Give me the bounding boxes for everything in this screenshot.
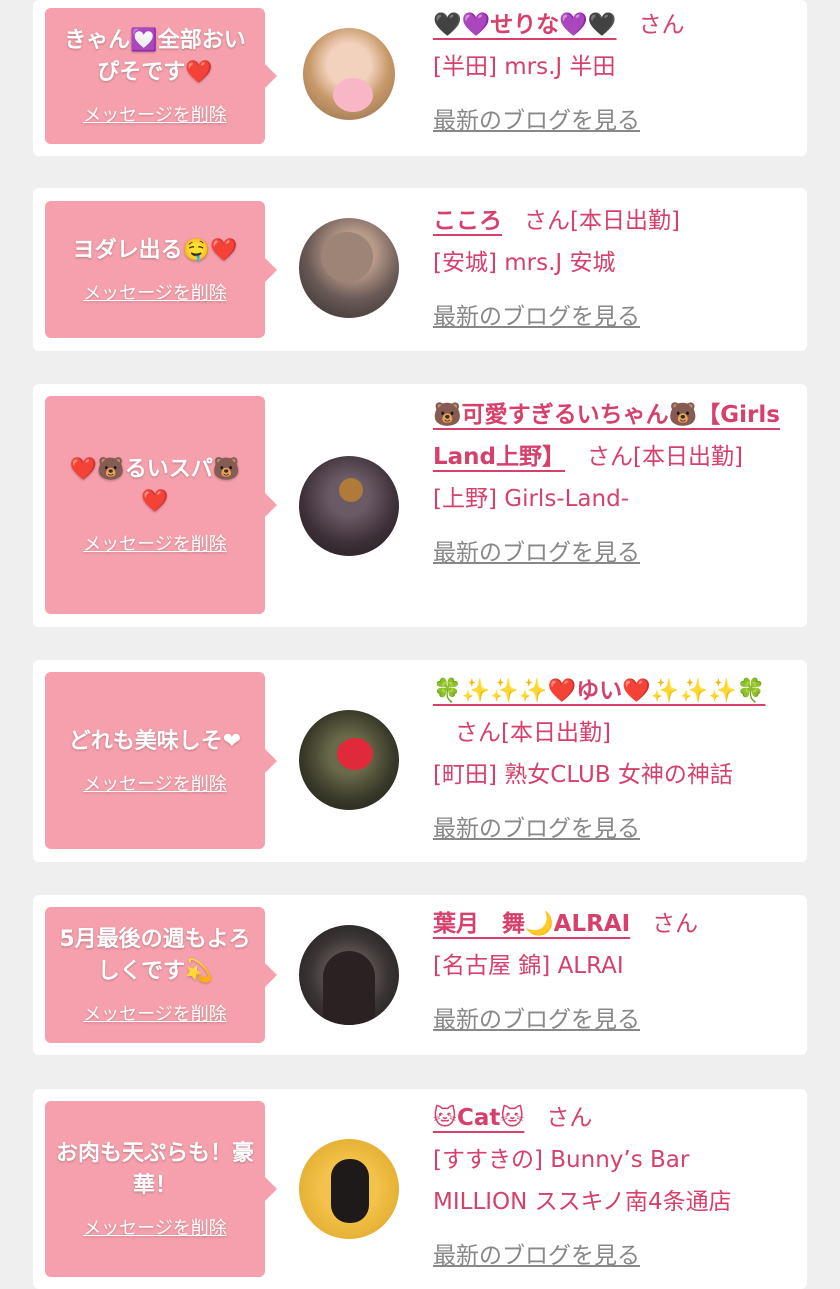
message-bubble: ヨダレ出る🤤❤️ メッセージを削除: [45, 201, 277, 338]
name-suffix: さん[本日出勤]: [587, 444, 743, 470]
message-text: どれも美味しそ❤: [68, 728, 242, 754]
entry-info: 🍀✨✨✨❤️ゆい❤️✨✨✨🍀 さん[本日出勤] [町田] 熟女CLUB 女神の神話…: [433, 670, 789, 850]
cast-name-link[interactable]: 🍀✨✨✨❤️ゆい❤️✨✨✨🍀: [433, 678, 765, 704]
message-bubble: どれも美味しそ❤ メッセージを削除: [45, 672, 277, 849]
delete-message-link[interactable]: メッセージを削除: [83, 1214, 227, 1240]
message-card: きゃん💟全部おいぴそです❤️ メッセージを削除 🖤💜せりな💜🖤 さん [半田] m…: [33, 0, 807, 156]
bear-sticker-icon: [339, 478, 363, 502]
latest-blog-link[interactable]: 最新のブログを見る: [433, 296, 640, 338]
delete-message-link[interactable]: メッセージを削除: [83, 279, 227, 305]
cast-name-link[interactable]: 葉月 舞🌙ALRAI: [433, 911, 630, 937]
message-text: 5月最後の週もよろしくです💫: [59, 927, 251, 984]
entry-info: 葉月 舞🌙ALRAI さん [名古屋 錦] ALRAI 最新のブログを見る: [433, 903, 789, 1041]
name-suffix: さん[本日出勤]: [524, 208, 680, 234]
delete-message-link[interactable]: メッセージを削除: [83, 1000, 227, 1026]
entry-info: こころ さん[本日出勤] [安城] mrs.J 安城 最新のブログを見る: [433, 200, 789, 338]
message-text: ❤️🐻るいスパ🐻❤️: [69, 457, 241, 514]
latest-blog-link[interactable]: 最新のブログを見る: [433, 808, 640, 850]
message-text: ヨダレ出る🤤❤️: [72, 237, 238, 263]
shop-name: [上野] Girls-Land-: [433, 486, 629, 512]
avatar[interactable]: [299, 925, 399, 1025]
name-suffix: さん: [546, 1105, 593, 1131]
latest-blog-link[interactable]: 最新のブログを見る: [433, 100, 640, 142]
message-card: ヨダレ出る🤤❤️ メッセージを削除 こころ さん[本日出勤] [安城] mrs.J…: [33, 188, 807, 351]
message-text: きゃん💟全部おいぴそです❤️: [64, 28, 246, 85]
delete-message-link[interactable]: メッセージを削除: [83, 101, 227, 127]
message-card: お肉も天ぷらも！豪華！ メッセージを削除 🐱Cat🐱 さん [すすきの] Bunn…: [33, 1089, 807, 1289]
face-sticker-icon: [333, 78, 373, 112]
message-bubble: お肉も天ぷらも！豪華！ メッセージを削除: [45, 1101, 277, 1277]
hair-shape: [321, 232, 373, 282]
message-bubble: ❤️🐻るいスパ🐻❤️ メッセージを削除: [45, 396, 277, 614]
delete-message-link[interactable]: メッセージを削除: [83, 530, 227, 556]
shop-name: [すすきの] Bunny’s Bar MILLION ススキノ南4条通店: [433, 1147, 732, 1215]
entry-info: 🐻可愛すぎるいちゃん🐻【Girls Land上野】 さん[本日出勤] [上野] G…: [433, 394, 789, 574]
shop-name: [町田] 熟女CLUB 女神の神話: [433, 762, 733, 788]
avatar[interactable]: [299, 1139, 399, 1239]
shop-name: [名古屋 錦] ALRAI: [433, 953, 624, 979]
message-bubble: きゃん💟全部おいぴそです❤️ メッセージを削除: [45, 8, 277, 144]
heart-sticker-icon: [337, 738, 373, 770]
hair-shape: [323, 951, 375, 1025]
message-text: お肉も天ぷらも！豪華！: [55, 1141, 254, 1198]
message-bubble: 5月最後の週もよろしくです💫 メッセージを削除: [45, 907, 277, 1043]
avatar[interactable]: [303, 28, 395, 120]
shop-name: [半田] mrs.J 半田: [433, 54, 616, 80]
delete-message-link[interactable]: メッセージを削除: [83, 770, 227, 796]
latest-blog-link[interactable]: 最新のブログを見る: [433, 532, 640, 574]
message-card: 5月最後の週もよろしくです💫 メッセージを削除 葉月 舞🌙ALRAI さん [名古…: [33, 895, 807, 1055]
avatar[interactable]: [299, 456, 399, 556]
cast-name-link[interactable]: こころ: [433, 208, 502, 234]
name-suffix: さん[本日出勤]: [455, 720, 611, 746]
entry-info: 🖤💜せりな💜🖤 さん [半田] mrs.J 半田 最新のブログを見る: [433, 4, 789, 142]
message-card: ❤️🐻るいスパ🐻❤️ メッセージを削除 🐻可愛すぎるいちゃん🐻【Girls La…: [33, 384, 807, 627]
name-suffix: さん: [638, 12, 685, 38]
avatar[interactable]: [299, 218, 399, 318]
latest-blog-link[interactable]: 最新のブログを見る: [433, 1235, 640, 1277]
latest-blog-link[interactable]: 最新のブログを見る: [433, 999, 640, 1041]
avatar[interactable]: [299, 710, 399, 810]
cast-name-link[interactable]: 🖤💜せりな💜🖤: [433, 12, 617, 38]
bunny-figure-shape: [331, 1159, 369, 1223]
message-card: どれも美味しそ❤ メッセージを削除 🍀✨✨✨❤️ゆい❤️✨✨✨🍀 さん[本日出勤]…: [33, 660, 807, 862]
cast-name-link[interactable]: 🐱Cat🐱: [433, 1105, 524, 1131]
name-suffix: さん: [652, 911, 699, 937]
entry-info: 🐱Cat🐱 さん [すすきの] Bunny’s Bar MILLION ススキノ南…: [433, 1097, 789, 1277]
shop-name: [安城] mrs.J 安城: [433, 250, 616, 276]
